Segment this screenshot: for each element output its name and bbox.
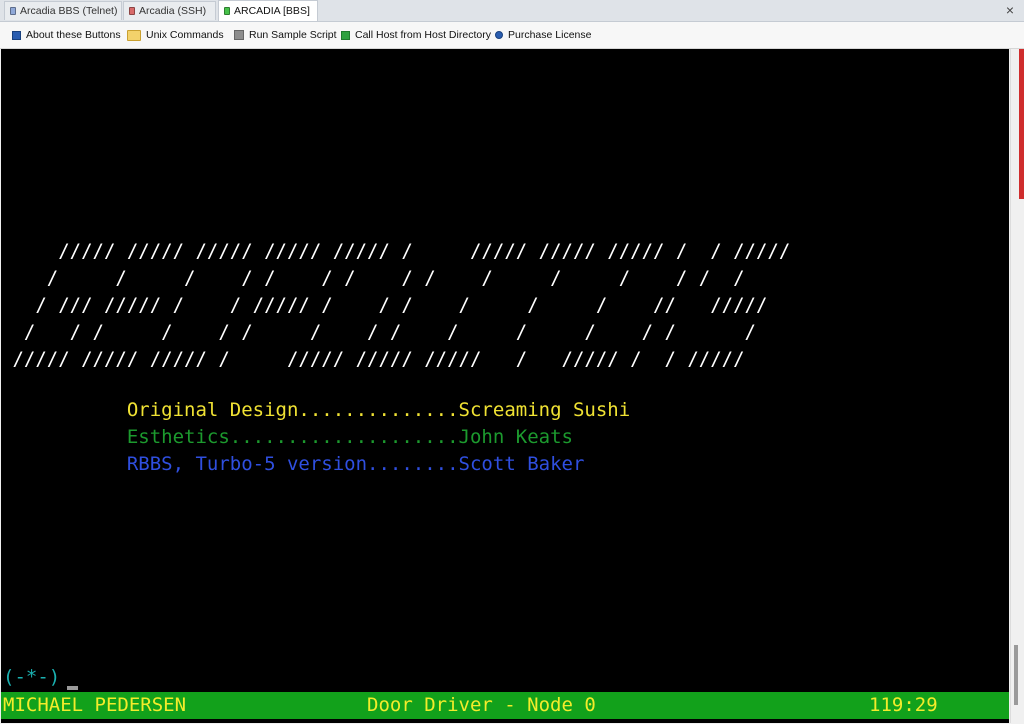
terminal-prompt: (-*-) (3, 666, 61, 688)
purchase-license-label: Purchase License (508, 29, 592, 41)
ssh-status-icon (129, 7, 135, 15)
tab-label: ARCADIA [BBS] (234, 5, 310, 17)
status-time: 119:29 (869, 694, 938, 716)
folder-icon (127, 29, 141, 41)
call-host-button[interactable]: Call Host from Host Directory (341, 27, 491, 43)
unix-commands-button[interactable]: Unix Commands (127, 27, 224, 43)
ascii-art-line: ///// ///// ///// ///// ///// / ///// //… (1, 240, 791, 262)
bbs-status-icon (224, 7, 230, 15)
credit-rbbs-version: RBBS, Turbo-5 version........Scott Baker (1, 453, 585, 475)
credit-esthetics: Esthetics....................John Keats (1, 426, 573, 448)
ascii-art-line: / /// ///// / / ///// / / / / / / // ///… (1, 294, 768, 316)
tab-bar: Arcadia BBS (Telnet) Arcadia (SSH) ARCAD… (0, 0, 1024, 22)
ascii-art-line: / / / / / / / / / / / / / / / (1, 267, 745, 289)
telnet-status-icon (10, 7, 16, 15)
credit-original-design: Original Design..............Screaming S… (1, 399, 631, 421)
scroll-marker (1019, 49, 1024, 199)
script-icon (234, 30, 244, 40)
toolbar: About these Buttons Unix Commands Run Sa… (0, 22, 1024, 49)
unix-commands-label: Unix Commands (146, 29, 224, 41)
run-sample-script-button[interactable]: Run Sample Script (234, 27, 337, 43)
status-door-driver: Door Driver - Node 0 (367, 694, 596, 716)
scrollbar-thumb[interactable] (1014, 645, 1018, 705)
run-sample-script-label: Run Sample Script (249, 29, 337, 41)
about-buttons-label: About these Buttons (26, 29, 121, 41)
terminal-screen[interactable]: ///// ///// ///// ///// ///// / ///// //… (1, 49, 1009, 723)
purchase-license-button[interactable]: Purchase License (495, 27, 591, 43)
ascii-art-line: / / / / / / / / / / / / / / / (1, 321, 756, 343)
tab-label: Arcadia BBS (Telnet) (20, 5, 118, 17)
text-cursor (67, 686, 78, 690)
tab-arcadia-telnet[interactable]: Arcadia BBS (Telnet) (4, 1, 122, 20)
about-buttons-button[interactable]: About these Buttons (12, 27, 121, 43)
status-user-name: MICHAEL PEDERSEN (3, 694, 187, 716)
ascii-art-line: ///// ///// ///// / ///// ///// ///// / … (1, 348, 745, 370)
info-square-icon (12, 30, 21, 40)
license-icon (495, 31, 503, 39)
status-bar: MICHAEL PEDERSEN Door Driver - Node 0 11… (1, 692, 1009, 719)
call-host-label: Call Host from Host Directory (355, 29, 491, 41)
tab-label: Arcadia (SSH) (139, 5, 207, 17)
close-tab-button[interactable]: × (1002, 1, 1018, 19)
tab-arcadia-bbs[interactable]: ARCADIA [BBS] (218, 0, 318, 21)
tab-arcadia-ssh[interactable]: Arcadia (SSH) (123, 1, 216, 20)
phone-icon (341, 30, 350, 40)
